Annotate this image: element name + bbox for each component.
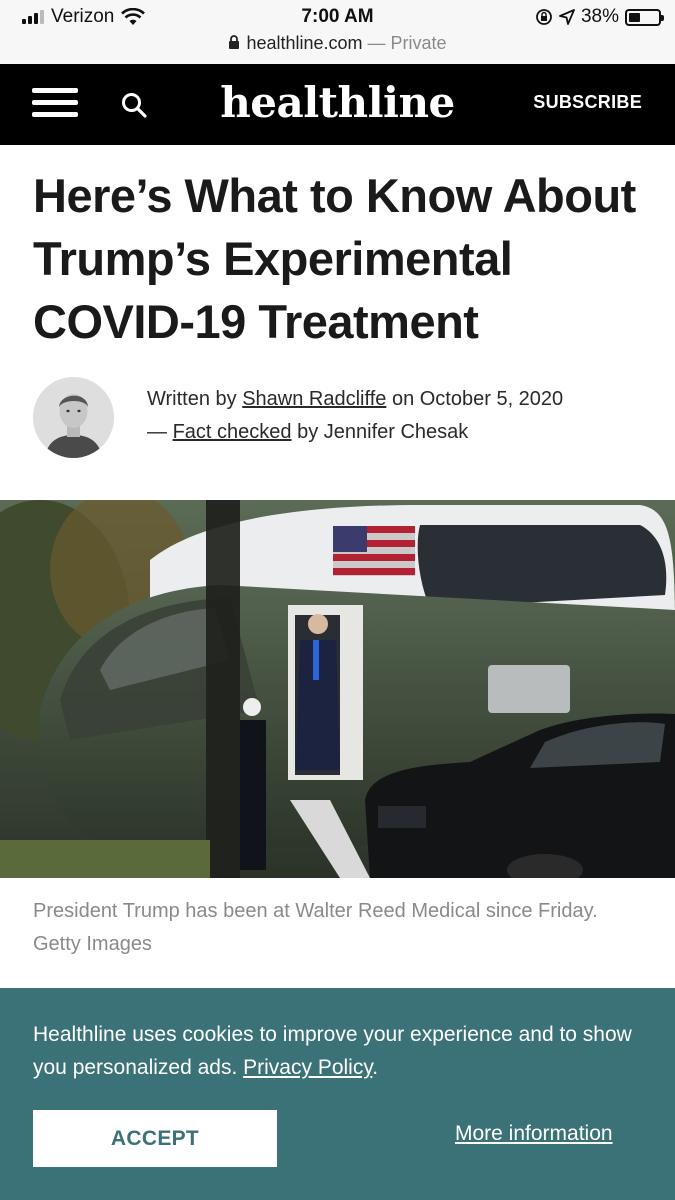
subscribe-link[interactable]: SUBSCRIBE <box>533 92 642 113</box>
written-by-label: Written by <box>147 388 243 410</box>
url-separator: — <box>362 33 391 53</box>
site-header: healthline SUBSCRIBE <box>0 64 675 145</box>
accept-button[interactable]: ACCEPT <box>33 1110 277 1167</box>
date-prefix: on <box>386 388 420 410</box>
cookie-message: Healthline uses cookies to improve your … <box>33 1018 653 1084</box>
battery-icon <box>625 8 664 26</box>
private-label: Private <box>390 33 447 53</box>
location-arrow-icon <box>559 9 575 25</box>
url-domain: healthline.com <box>246 33 363 53</box>
author-avatar <box>33 377 114 458</box>
status-right: 38% <box>535 6 664 28</box>
helicopter-photo <box>0 500 675 878</box>
privacy-policy-link[interactable]: Privacy Policy <box>243 1056 372 1079</box>
author-link[interactable]: Shawn Radcliffe <box>242 388 386 410</box>
cookie-period: . <box>372 1056 379 1079</box>
rotation-lock-icon <box>536 9 552 25</box>
publish-date: October 5, 2020 <box>419 388 564 410</box>
fact-checker-name: Jennifer Chesak <box>323 421 469 443</box>
article-byline: Written by Shawn Radcliffe on October 5,… <box>147 383 647 449</box>
battery-percent: 38% <box>580 6 619 27</box>
by-label: by <box>291 421 324 443</box>
byline-dash: — <box>147 421 173 443</box>
article-title: Here’s What to Know About Trump’s Experi… <box>33 169 636 348</box>
battery-level <box>629 12 640 22</box>
image-caption: President Trump has been at Walter Reed … <box>33 900 598 955</box>
cookie-banner: Healthline uses cookies to improve your … <box>0 988 675 1200</box>
author-photo <box>33 377 114 458</box>
hero-image <box>0 500 675 878</box>
lock-icon <box>229 35 240 49</box>
url-bar[interactable]: healthline.com — Private <box>0 33 675 54</box>
status-bar: Verizon 7:00 AM 38% healthline.com — Pri… <box>0 0 675 64</box>
more-information-link[interactable]: More information <box>455 1122 613 1146</box>
fact-checked-link[interactable]: Fact checked <box>173 421 292 443</box>
